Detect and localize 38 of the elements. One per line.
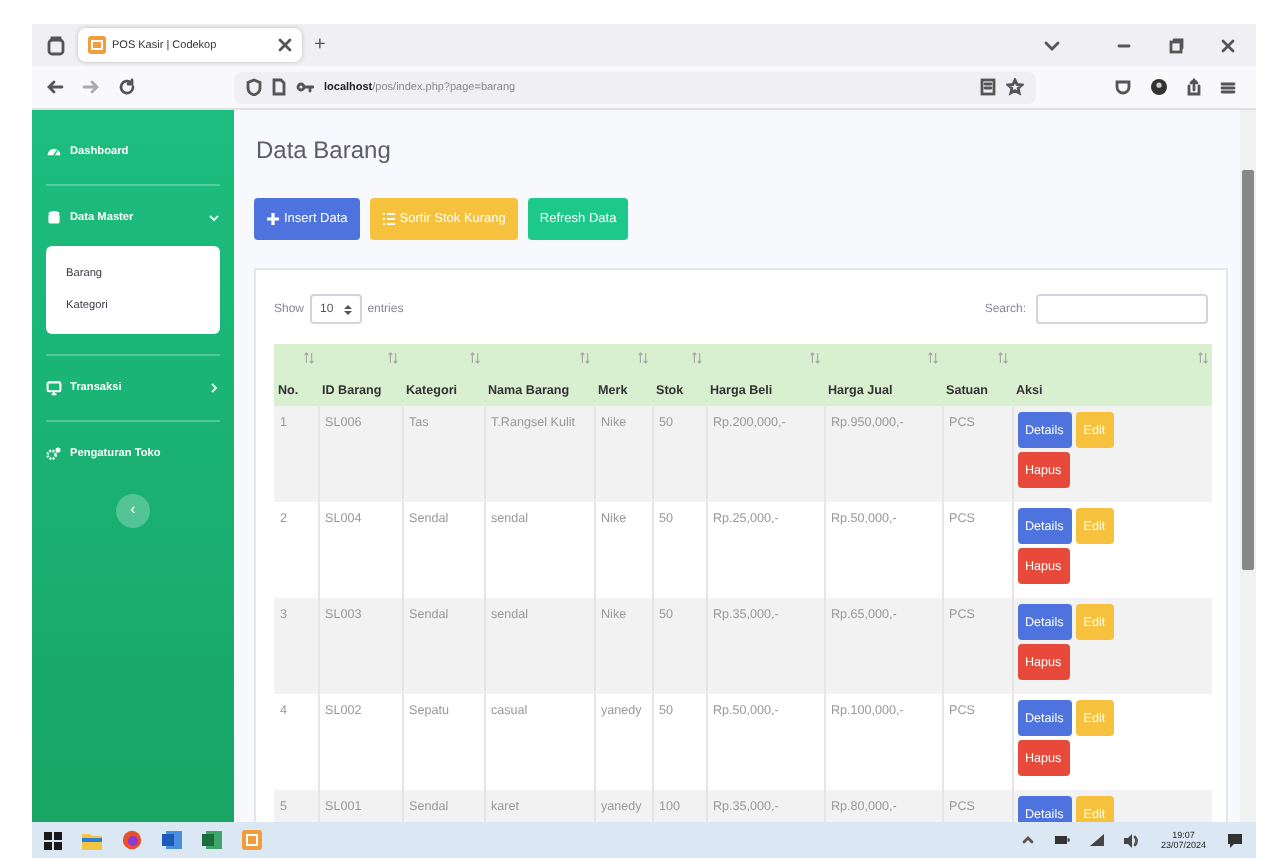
network-icon[interactable] <box>1090 834 1105 846</box>
restore-icon[interactable] <box>1168 37 1184 53</box>
spreadsheet-app-icon[interactable] <box>202 830 222 850</box>
notification-icon[interactable] <box>1226 831 1244 849</box>
monitor-icon <box>46 380 62 396</box>
shield-icon <box>246 78 262 96</box>
key-icon <box>296 80 314 94</box>
browser-icon[interactable] <box>122 830 142 850</box>
plus-icon <box>266 212 280 226</box>
folder-icon[interactable] <box>82 831 102 849</box>
page-icon <box>272 78 286 96</box>
share-icon[interactable] <box>1186 78 1202 96</box>
search-field[interactable] <box>1036 294 1208 324</box>
speaker-icon[interactable] <box>1124 833 1141 847</box>
close-icon[interactable] <box>1220 37 1236 53</box>
scroll-thumb[interactable] <box>1242 170 1254 570</box>
account-icon[interactable] <box>1150 78 1168 96</box>
close-icon[interactable] <box>278 38 292 52</box>
chevron-down-icon[interactable] <box>1044 37 1060 53</box>
back-arrow-icon[interactable] <box>46 78 64 96</box>
windows-start-icon[interactable] <box>44 831 62 849</box>
document-app-icon[interactable] <box>162 830 182 850</box>
gauge-icon <box>46 144 62 160</box>
site-logo-icon <box>88 36 106 54</box>
new-tab-button[interactable]: + <box>314 35 326 55</box>
reader-icon[interactable] <box>980 78 996 96</box>
chevron-up-icon[interactable] <box>1022 834 1035 846</box>
star-icon[interactable] <box>1006 78 1024 96</box>
scrollbar[interactable] <box>1240 110 1256 822</box>
menu-icon[interactable] <box>1220 79 1236 95</box>
updown-caret-icon <box>343 303 352 315</box>
forward-arrow-icon <box>82 78 100 96</box>
reload-icon[interactable] <box>118 78 136 96</box>
list-icon <box>381 212 396 226</box>
page-title: Data Barang <box>256 136 393 164</box>
tab-list-icon[interactable] <box>46 35 66 55</box>
battery-icon[interactable] <box>1054 834 1071 846</box>
database-icon <box>46 210 62 226</box>
